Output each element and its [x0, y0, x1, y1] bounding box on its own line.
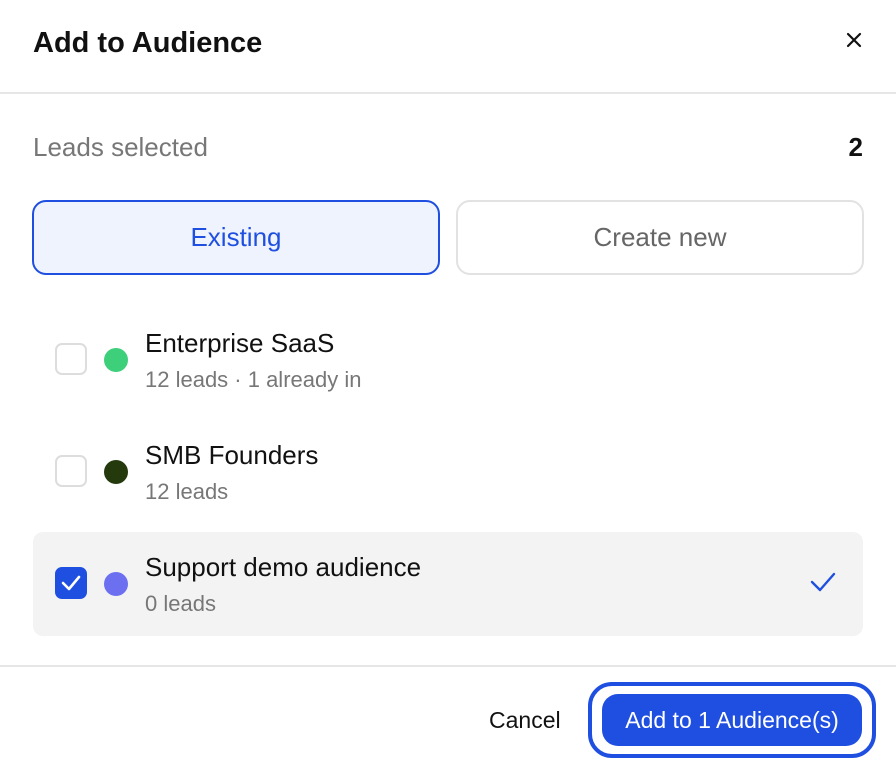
audience-checkbox[interactable]: [55, 343, 87, 375]
leads-selected-label: Leads selected: [33, 132, 208, 162]
tab-existing[interactable]: Existing: [32, 200, 440, 275]
dialog-footer: Cancel Add to 1 Audience(s): [0, 665, 896, 772]
audience-subtitle: 12 leads: [145, 479, 229, 504]
audience-color-dot: [104, 460, 128, 484]
audience-subtitle: 0 leads: [145, 591, 216, 616]
leads-selected-row: Leads selected 2: [33, 132, 863, 163]
add-to-audience-button[interactable]: Add to 1 Audience(s): [602, 694, 862, 746]
dialog-body: Leads selected 2 Existing Create new Ent…: [0, 94, 896, 667]
audience-checkbox[interactable]: [55, 455, 87, 487]
audience-item-support-demo[interactable]: Support demo audience 0 leads: [33, 532, 863, 636]
audience-item-enterprise-saas[interactable]: Enterprise SaaS 12 leads · 1 already in: [33, 308, 863, 412]
dialog-header: Add to Audience: [0, 0, 896, 94]
leads-selected-count: 2: [848, 132, 863, 162]
audience-checkbox[interactable]: [55, 567, 87, 599]
audience-name: Support demo audience: [145, 552, 422, 582]
dialog-title: Add to Audience: [33, 27, 263, 59]
audience-color-dot: [104, 348, 128, 372]
selected-check-icon: [809, 570, 837, 599]
checkmark-icon: [61, 575, 81, 591]
close-icon[interactable]: [842, 28, 866, 52]
audience-list: Enterprise SaaS 12 leads · 1 already in …: [33, 308, 863, 644]
add-to-audience-dialog: Add to Audience Leads selected 2 Existin…: [0, 0, 896, 772]
audience-subtitle: 12 leads · 1 already in: [145, 367, 362, 392]
cancel-button[interactable]: Cancel: [489, 707, 561, 734]
audience-name: SMB Founders: [145, 440, 319, 470]
audience-color-dot: [104, 572, 128, 596]
audience-name: Enterprise SaaS: [145, 328, 335, 358]
audience-mode-tabs: Existing Create new: [32, 200, 864, 275]
tab-create-new[interactable]: Create new: [456, 200, 864, 275]
audience-item-smb-founders[interactable]: SMB Founders 12 leads: [33, 420, 863, 524]
